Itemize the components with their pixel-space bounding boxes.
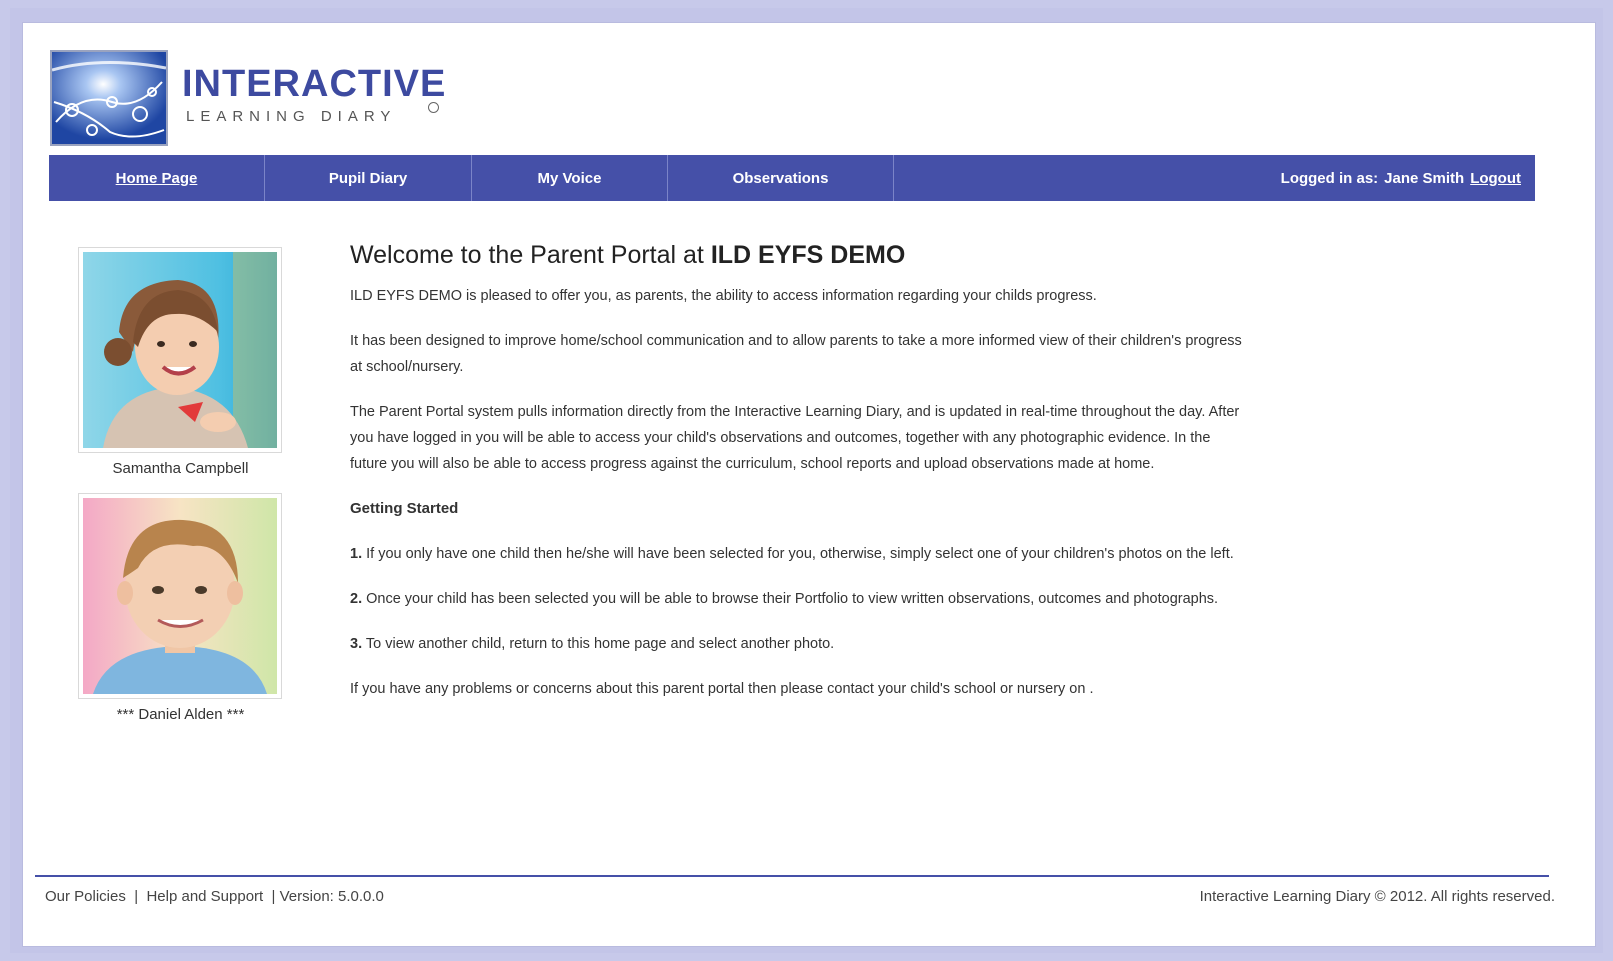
step-3: 3. To view another child, return to this… [350,631,1250,657]
logout-link[interactable]: Logout [1470,170,1521,187]
child-photo[interactable] [78,247,282,453]
step-1: 1. If you only have one child then he/sh… [350,541,1250,567]
child-photo[interactable] [78,493,282,699]
design-paragraph: It has been designed to improve home/sch… [350,333,1242,375]
version-text: Version: 5.0.0.0 [279,888,384,905]
site-logo[interactable]: INTERACTIVE LEARNING DIARY [50,50,450,150]
nav-observations[interactable]: Observations [668,155,894,201]
contact-paragraph: If you have any problems or concerns abo… [350,681,1094,697]
step-number: 1. [350,546,363,562]
nav-pupil-diary[interactable]: Pupil Diary [265,155,472,201]
footer-divider [35,875,1549,877]
page-title: Welcome to the Parent Portal at ILD EYFS… [350,239,1250,271]
page-container: INTERACTIVE LEARNING DIARY Home Page Pup… [22,22,1596,947]
intro-paragraph: ILD EYFS DEMO is pleased to offer you, a… [350,288,1097,304]
logo-title: INTERACTIVE [182,63,447,105]
welcome-content: Welcome to the Parent Portal at ILD EYFS… [350,239,1250,721]
user-status: Logged in as: Jane Smith Logout [894,155,1535,201]
logged-in-label: Logged in as: [1280,169,1379,187]
step-number: 3. [350,636,363,652]
boy-photo-icon [83,498,277,694]
footer-separator: | [271,888,276,905]
step-2: 2. Once your child has been selected you… [350,586,1250,612]
system-paragraph: The Parent Portal system pulls informati… [350,404,1240,472]
footer-separator: | [134,888,139,905]
page-title-prefix: Welcome to the Parent Portal at [350,241,704,269]
user-name: Jane Smith [1384,169,1465,187]
school-name: ILD EYFS DEMO [710,241,906,269]
step-text: If you only have one child then he/she w… [366,546,1234,562]
step-number: 2. [350,591,363,607]
nav-observations-label: Observations [732,169,829,187]
nav-home-page-label: Home Page [115,169,198,187]
nav-my-voice[interactable]: My Voice [472,155,668,201]
step-text: Once your child has been selected you wi… [366,591,1219,607]
registered-mark-icon [428,102,439,113]
main-nav: Home Page Pupil Diary My Voice Observati… [49,155,1535,201]
child-name[interactable]: *** Daniel Alden *** [78,706,283,723]
logo-subtitle: LEARNING DIARY [186,108,397,125]
step-text: To view another child, return to this ho… [365,636,835,652]
nav-home-page[interactable]: Home Page [49,155,265,201]
our-policies-link[interactable]: Our Policies [45,888,126,905]
copyright-text: Interactive Learning Diary © 2012. All r… [1199,888,1555,905]
nav-pupil-diary-label: Pupil Diary [328,169,408,187]
child-card-samantha[interactable]: Samantha Campbell [78,247,283,477]
help-support-link[interactable]: Help and Support [146,888,263,905]
nav-my-voice-label: My Voice [537,169,602,187]
child-card-daniel[interactable]: *** Daniel Alden *** [78,493,283,723]
girl-photo-icon [83,252,277,448]
logo-emblem-icon [50,50,168,146]
footer-links: Our Policies | Help and Support | Versio… [45,888,384,905]
getting-started-heading: Getting Started [350,500,459,517]
child-name[interactable]: Samantha Campbell [78,460,283,477]
